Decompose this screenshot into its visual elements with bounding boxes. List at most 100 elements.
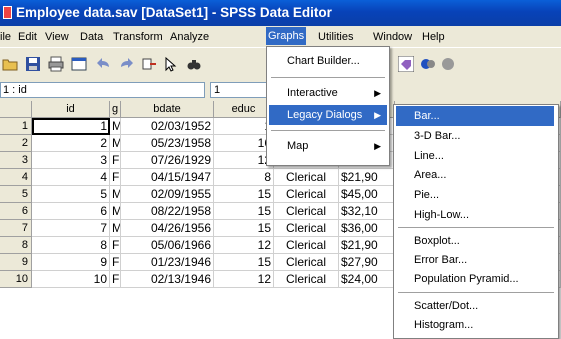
variables-icon[interactable] (163, 56, 179, 72)
menu-item-area[interactable]: Area... (396, 165, 554, 185)
table-cell-job[interactable]: Clerical (274, 203, 339, 220)
table-cell-job[interactable]: Clerical (274, 271, 339, 288)
menu-item-legacy-dialogs[interactable]: Legacy Dialogs ▶ (269, 105, 387, 125)
table-cell-educ[interactable]: 15 (214, 186, 274, 203)
menu-item-boxplot[interactable]: Boxplot... (396, 231, 554, 251)
menu-edit[interactable]: Edit (18, 29, 37, 45)
row-number[interactable]: 2 (0, 135, 32, 152)
menu-graphs[interactable]: Graphs (266, 27, 307, 45)
column-header-educ[interactable]: educ (214, 101, 274, 118)
table-cell-bdate[interactable]: 04/26/1956 (121, 220, 214, 237)
table-cell-job[interactable]: Clerical (274, 220, 339, 237)
table-cell-educ[interactable]: 16 (214, 135, 274, 152)
row-number[interactable]: 4 (0, 169, 32, 186)
table-cell-educ[interactable]: 15 (214, 220, 274, 237)
table-cell-educ[interactable]: 12 (214, 271, 274, 288)
table-cell-bdate[interactable]: 04/15/1947 (121, 169, 214, 186)
row-number[interactable]: 1 (0, 118, 32, 135)
row-number[interactable]: 3 (0, 152, 32, 169)
table-cell-id[interactable]: 9 (32, 254, 110, 271)
menu-item-histogram[interactable]: Histogram... (396, 315, 554, 335)
table-cell-g[interactable]: M (110, 118, 121, 135)
table-cell-g[interactable]: F (110, 271, 121, 288)
menu-transform[interactable]: Transform (113, 29, 163, 45)
menu-item-high-low[interactable]: High-Low... (396, 205, 554, 225)
table-cell-sal[interactable]: $21,90 (339, 169, 395, 186)
table-cell-sal[interactable]: $36,00 (339, 220, 395, 237)
menu-item-pie[interactable]: Pie... (396, 185, 554, 205)
use-sets-icon[interactable] (420, 56, 436, 72)
table-cell-educ[interactable]: 1 (214, 118, 274, 135)
table-cell-bdate[interactable]: 02/13/1946 (121, 271, 214, 288)
table-cell-educ[interactable]: 8 (214, 169, 274, 186)
table-cell-g[interactable]: F (110, 152, 121, 169)
menu-item-population-pyramid[interactable]: Population Pyramid... (396, 269, 554, 289)
column-header-bdate[interactable]: bdate (121, 101, 214, 118)
table-cell-bdate[interactable]: 05/23/1958 (121, 135, 214, 152)
value-labels-icon[interactable] (398, 56, 414, 72)
table-cell-id[interactable]: 6 (32, 203, 110, 220)
goto-case-icon[interactable] (141, 56, 157, 72)
menu-window[interactable]: Window (373, 29, 412, 45)
menu-item-scatter-dot[interactable]: Scatter/Dot... (396, 296, 554, 316)
table-cell-job[interactable]: Clerical (274, 237, 339, 254)
menu-item-bar[interactable]: Bar... (396, 106, 554, 126)
row-number[interactable]: 5 (0, 186, 32, 203)
row-number[interactable]: 8 (0, 237, 32, 254)
table-cell-g[interactable]: M (110, 203, 121, 220)
column-header-gender[interactable]: g (110, 101, 121, 118)
table-cell-sal[interactable]: $32,10 (339, 203, 395, 220)
table-cell-id[interactable]: 1 (32, 118, 110, 135)
menu-item-error-bar[interactable]: Error Bar... (396, 250, 554, 270)
table-cell-job[interactable]: Clerical (274, 169, 339, 186)
table-cell-bdate[interactable]: 01/23/1946 (121, 254, 214, 271)
print-icon[interactable] (48, 56, 64, 72)
table-cell-bdate[interactable]: 02/09/1955 (121, 186, 214, 203)
row-number[interactable]: 7 (0, 220, 32, 237)
table-cell-sal[interactable]: $24,00 (339, 271, 395, 288)
table-cell-bdate[interactable]: 07/26/1929 (121, 152, 214, 169)
menu-item-line[interactable]: Line... (396, 146, 554, 166)
table-cell-id[interactable]: 7 (32, 220, 110, 237)
table-cell-sal[interactable]: $21,90 (339, 237, 395, 254)
menu-item-map[interactable]: Map ▶ (269, 136, 387, 156)
dialog-recall-icon[interactable] (71, 56, 87, 72)
menu-view[interactable]: View (45, 29, 69, 45)
table-cell-sal[interactable]: $45,00 (339, 186, 395, 203)
table-cell-bdate[interactable]: 05/06/1966 (121, 237, 214, 254)
row-number[interactable]: 9 (0, 254, 32, 271)
table-cell-id[interactable]: 8 (32, 237, 110, 254)
menu-item-chart-builder[interactable]: Chart Builder... (269, 51, 387, 71)
menu-item-3d-bar[interactable]: 3-D Bar... (396, 126, 554, 146)
table-cell-g[interactable]: M (110, 220, 121, 237)
table-cell-g[interactable]: F (110, 254, 121, 271)
undo-icon[interactable] (96, 56, 112, 72)
menu-utilities[interactable]: Utilities (318, 29, 353, 45)
menu-data[interactable]: Data (80, 29, 103, 45)
open-folder-icon[interactable] (2, 56, 18, 72)
table-cell-job[interactable]: Clerical (274, 186, 339, 203)
find-icon[interactable] (186, 56, 202, 72)
table-cell-g[interactable]: M (110, 135, 121, 152)
table-cell-id[interactable]: 5 (32, 186, 110, 203)
table-cell-educ[interactable]: 15 (214, 203, 274, 220)
column-header-id[interactable]: id (32, 101, 110, 118)
table-cell-bdate[interactable]: 08/22/1958 (121, 203, 214, 220)
table-cell-id[interactable]: 2 (32, 135, 110, 152)
table-cell-educ[interactable]: 12 (214, 152, 274, 169)
table-cell-g[interactable]: F (110, 237, 121, 254)
table-cell-id[interactable]: 10 (32, 271, 110, 288)
save-icon[interactable] (25, 56, 41, 72)
row-number[interactable]: 10 (0, 271, 32, 288)
table-cell-g[interactable]: M (110, 186, 121, 203)
menu-analyze[interactable]: Analyze (170, 29, 209, 45)
show-all-icon[interactable] (440, 56, 456, 72)
table-cell-job[interactable]: Clerical (274, 254, 339, 271)
row-number[interactable]: 6 (0, 203, 32, 220)
menu-help[interactable]: Help (422, 29, 445, 45)
table-cell-id[interactable]: 3 (32, 152, 110, 169)
menu-file[interactable]: ile (0, 29, 11, 45)
table-cell-educ[interactable]: 12 (214, 237, 274, 254)
table-cell-sal[interactable]: $27,90 (339, 254, 395, 271)
table-cell-bdate[interactable]: 02/03/1952 (121, 118, 214, 135)
